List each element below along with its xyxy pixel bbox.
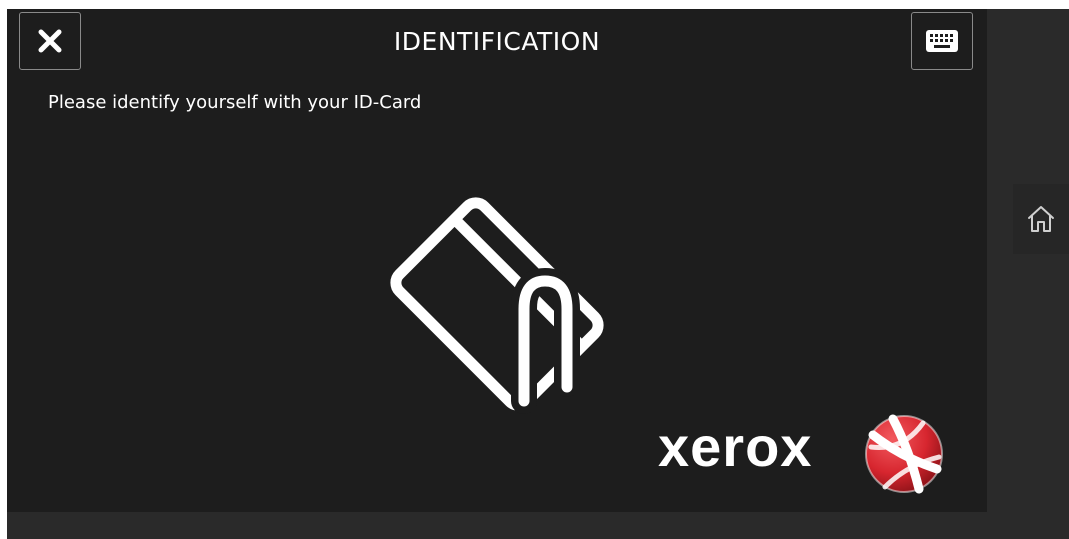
card-swipe-icon xyxy=(390,197,604,414)
home-icon xyxy=(1028,206,1054,232)
identification-panel: IDENTIFICATION Please identify yourself … xyxy=(7,9,987,512)
home-button[interactable] xyxy=(1013,184,1069,254)
device-screen: IDENTIFICATION Please identify yourself … xyxy=(7,9,1069,539)
brand-wordmark: xerox xyxy=(658,415,813,478)
page-title: IDENTIFICATION xyxy=(393,27,601,56)
keyboard-icon xyxy=(926,30,958,52)
keyboard-button[interactable] xyxy=(911,12,973,70)
instruction-text: Please identify yourself with your ID-Ca… xyxy=(48,92,422,113)
xerox-sphere-logo xyxy=(865,414,943,494)
xerox-logo: xerox xyxy=(655,409,955,499)
